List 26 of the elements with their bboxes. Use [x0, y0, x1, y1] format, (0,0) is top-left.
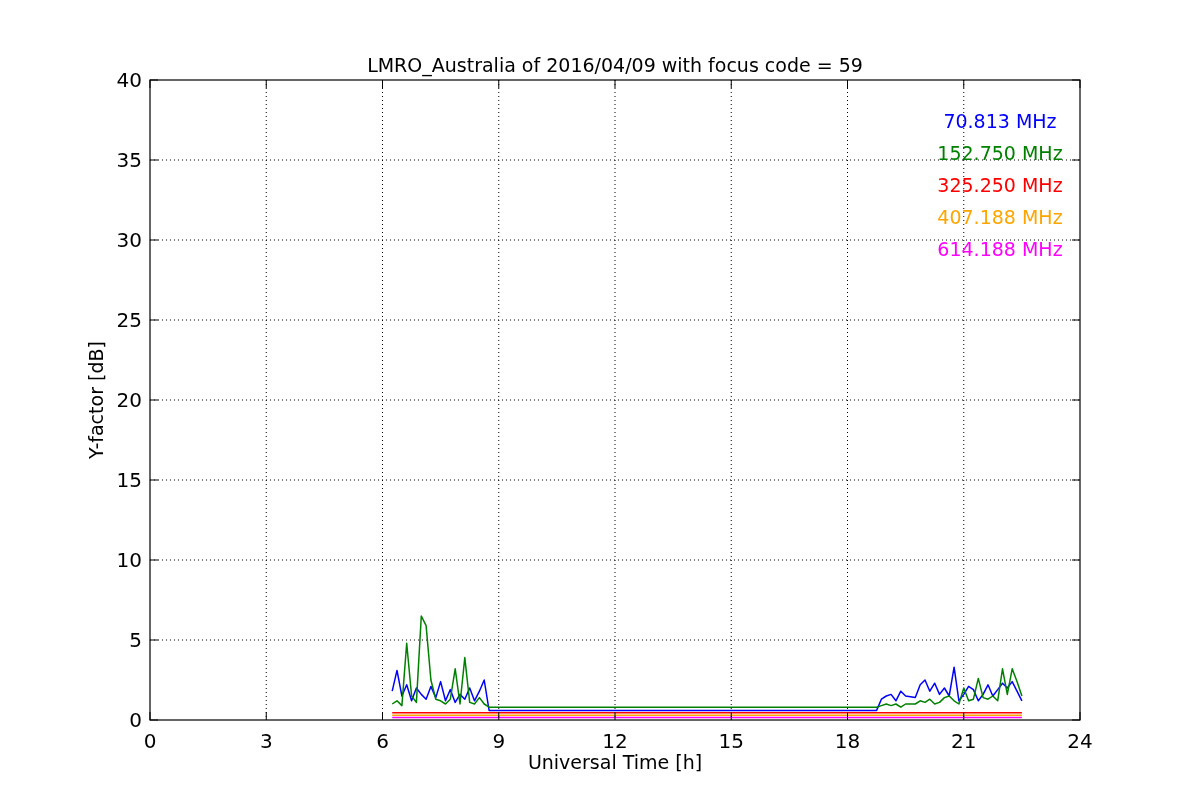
tick-label: 35	[116, 148, 142, 172]
tick-label: 9	[492, 729, 506, 753]
tick-label: 12	[602, 729, 628, 753]
tick-label: 24	[1067, 729, 1093, 753]
y-axis-label: Y-factor [dB]	[85, 341, 107, 459]
tick-label: 5	[129, 628, 142, 652]
tick-label: 10	[116, 548, 142, 572]
legend-label: 407.188 MHz	[937, 206, 1063, 228]
tick-label: 6	[376, 729, 389, 753]
tick-label: 15	[718, 729, 744, 753]
tick-label: 21	[951, 729, 977, 753]
legend-label: 152.750 MHz	[937, 142, 1063, 164]
tick-label: 15	[116, 468, 142, 492]
legend-label: 325.250 MHz	[937, 174, 1063, 196]
legend-label: 614.188 MHz	[937, 238, 1063, 260]
tick-label: 20	[116, 388, 142, 412]
chart-title: LMRO_Australia of 2016/04/09 with focus code = 59	[367, 54, 863, 76]
tick-label: 30	[116, 228, 142, 252]
tick-label: 0	[129, 708, 142, 732]
tick-label: 0	[143, 729, 157, 753]
tick-label: 3	[259, 729, 273, 753]
tick-label: 40	[116, 68, 142, 92]
x-axis-label: Universal Time [h]	[527, 751, 703, 773]
legend-label: 70.813 MHz	[943, 110, 1057, 132]
tick-label: 18	[834, 729, 861, 753]
tick-label: 25	[116, 308, 142, 332]
